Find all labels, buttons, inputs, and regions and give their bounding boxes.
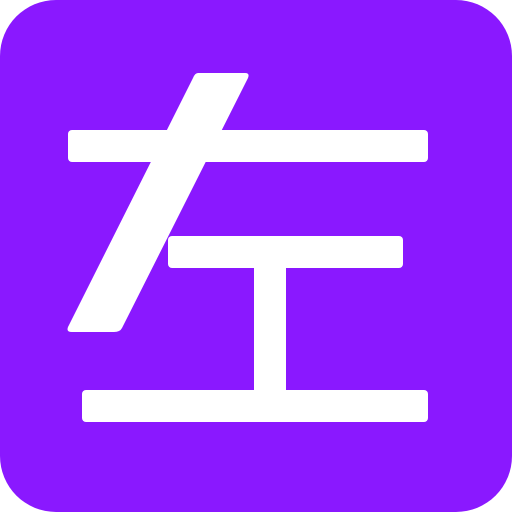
glyph-vertical-stroke <box>254 258 286 398</box>
app-icon-graphic: 左 <box>0 0 512 512</box>
glyph-top-stroke <box>68 130 428 162</box>
glyph-bottom-stroke <box>82 390 428 422</box>
app-icon[interactable]: 左 <box>0 0 512 512</box>
